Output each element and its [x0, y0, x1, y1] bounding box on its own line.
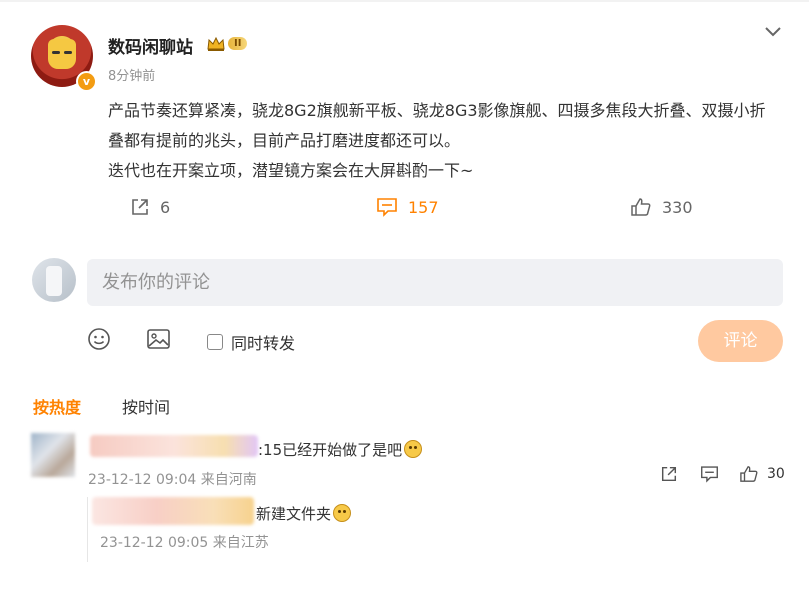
post-time[interactable]: 8分钟前: [108, 65, 155, 84]
comment-button[interactable]: 157: [376, 197, 439, 217]
checkbox-box[interactable]: [207, 334, 223, 350]
sort-by-time[interactable]: 按时间: [122, 394, 170, 418]
repost-checkbox[interactable]: 同时转发: [207, 330, 295, 354]
member-badge[interactable]: II: [206, 35, 254, 52]
commenter-name-blurred[interactable]: [90, 435, 258, 457]
my-avatar[interactable]: [32, 258, 76, 302]
thumbs-up-icon: [631, 198, 651, 216]
comment-icon: [701, 466, 718, 483]
comment-reply-button[interactable]: [700, 465, 719, 483]
repost-checkbox-label: 同时转发: [231, 334, 296, 353]
post-text-line: 产品节奏还算紧凑，骁龙8G2旗舰新平板、骁龙8G3影像旗舰、四摄多焦段大折叠、双…: [108, 101, 766, 150]
reply-divider: [87, 497, 88, 562]
submit-comment-button[interactable]: 评论: [698, 320, 783, 362]
image-icon[interactable]: [146, 327, 171, 351]
chevron-down-icon[interactable]: [764, 24, 782, 38]
comment-repost-button[interactable]: [660, 465, 678, 483]
comment-icon: [377, 198, 397, 217]
post-content: 产品节奏还算紧凑，骁龙8G2旗舰新平板、骁龙8G3影像旗舰、四摄多焦段大折叠、双…: [108, 96, 778, 186]
verified-badge: v: [76, 71, 97, 92]
repost-button[interactable]: 6: [130, 197, 170, 217]
replier-name-blurred[interactable]: [92, 497, 254, 525]
username[interactable]: 数码闲聊站: [108, 33, 193, 58]
post-text-line: 迭代也在开案立项，潜望镜方案会在大屏斟酌一下~: [108, 161, 474, 180]
doge-emoji-icon: [404, 440, 423, 458]
comment-text: :15已经开始做了是吧: [258, 439, 423, 460]
repost-icon: [132, 199, 148, 215]
comment-body: :15已经开始做了是吧: [258, 441, 403, 459]
comment-count: 157: [408, 197, 439, 217]
like-button[interactable]: 330: [630, 197, 693, 217]
comment-like-count: 30: [767, 466, 785, 482]
crown-icon: [207, 36, 225, 51]
doge-emoji-icon: [333, 504, 352, 522]
reply-meta: 23-12-12 09:05 来自江苏: [100, 535, 269, 551]
reply-text: 新建文件夹: [256, 503, 352, 524]
like-count: 330: [662, 197, 693, 217]
repost-count: 6: [160, 197, 171, 217]
comment-input[interactable]: 发布你的评论: [87, 259, 783, 306]
repost-icon: [661, 466, 677, 482]
commenter-avatar[interactable]: [31, 433, 75, 477]
comment-like-button[interactable]: 30: [739, 465, 785, 483]
member-level: II: [228, 37, 248, 50]
thumbs-up-icon: [740, 466, 758, 482]
comment-meta: 23-12-12 09:04 来自河南: [88, 472, 257, 488]
emoji-icon[interactable]: [87, 327, 111, 351]
post-card: v 数码闲聊站 II 8分钟前 产品节奏还算紧凑，骁龙8G2旗舰新平板、骁龙8G…: [0, 2, 809, 602]
sort-by-hot[interactable]: 按热度: [33, 394, 81, 418]
reply-body: 新建文件夹: [256, 505, 332, 523]
